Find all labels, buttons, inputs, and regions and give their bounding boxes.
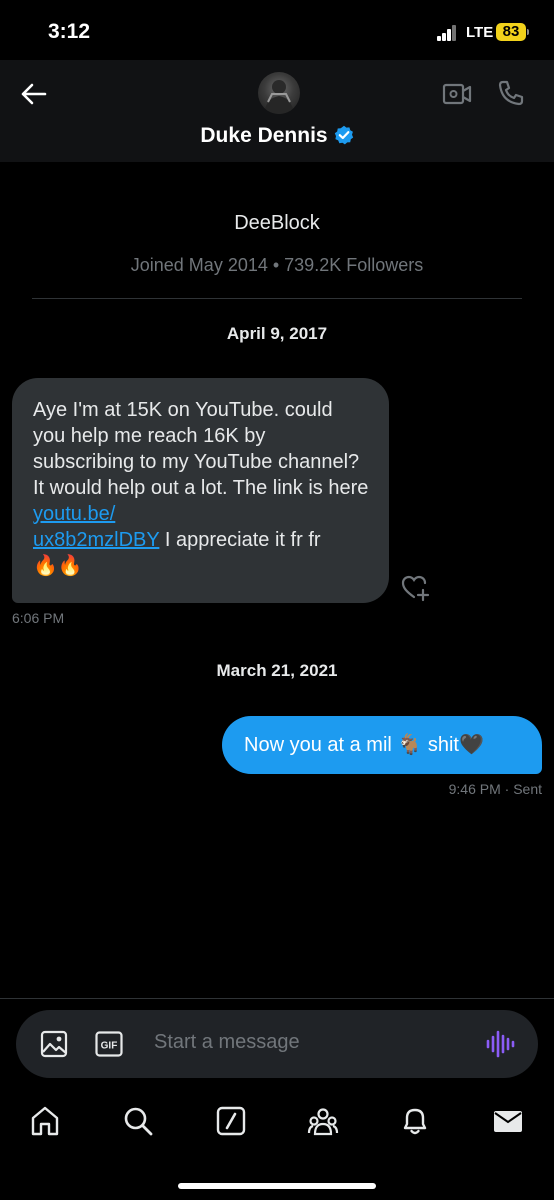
gif-label: GIF [101, 1041, 118, 1052]
message-text: Now you at a mil 🐐 shit🖤 [244, 734, 484, 756]
battery-level: 83 [496, 23, 526, 41]
avatar[interactable] [258, 72, 300, 114]
incoming-message-bubble[interactable]: Aye I'm at 15K on YouTube. could you hel… [12, 378, 389, 603]
message-link[interactable]: youtu.be/ [33, 503, 115, 525]
message-link-continued[interactable]: ux8b2mzlDBY [33, 529, 159, 551]
date-separator: April 9, 2017 [226, 324, 328, 343]
message-text: Aye I'm at 15K on YouTube. could you hel… [33, 399, 369, 499]
communities-icon[interactable] [307, 1105, 339, 1137]
message-input[interactable]: Start a message [154, 1031, 300, 1054]
back-arrow-icon[interactable] [18, 80, 48, 108]
search-icon[interactable] [122, 1105, 154, 1137]
messages-icon[interactable] [492, 1105, 524, 1137]
battery-tip [527, 29, 529, 35]
profile-handle[interactable]: DeeBlock [0, 212, 554, 235]
message-text-end: I appreciate it fr fr [159, 529, 321, 551]
notifications-icon[interactable] [399, 1105, 431, 1137]
add-reaction-icon[interactable] [401, 574, 431, 602]
message-emojis: 🔥🔥 [33, 555, 83, 577]
phone-icon[interactable] [497, 79, 525, 107]
message-timestamp-sent: 9:46 PM · Sent [448, 781, 542, 797]
date-separator: March 21, 2021 [216, 661, 338, 680]
grok-icon[interactable] [215, 1105, 247, 1137]
status-time: 3:12 [48, 20, 91, 43]
composer-divider [0, 998, 554, 999]
video-call-icon[interactable] [442, 80, 472, 108]
outgoing-message-bubble[interactable]: Now you at a mil 🐐 shit🖤 [222, 716, 542, 774]
signal-strength-icon [437, 25, 457, 41]
profile-meta: Joined May 2014 • 739.2K Followers [130, 255, 424, 275]
profile-divider [32, 298, 522, 299]
image-icon[interactable] [40, 1030, 68, 1058]
contact-name-row[interactable]: Duke Dennis [0, 124, 554, 148]
message-timestamp: 6:06 PM [12, 610, 65, 626]
verified-badge-icon [334, 125, 353, 145]
contact-name: Duke Dennis [200, 124, 328, 147]
voice-message-icon[interactable] [485, 1029, 515, 1059]
gif-icon[interactable]: GIF [95, 1031, 123, 1057]
home-icon[interactable] [29, 1105, 61, 1137]
network-type: LTE [466, 24, 494, 41]
home-indicator [178, 1183, 376, 1189]
